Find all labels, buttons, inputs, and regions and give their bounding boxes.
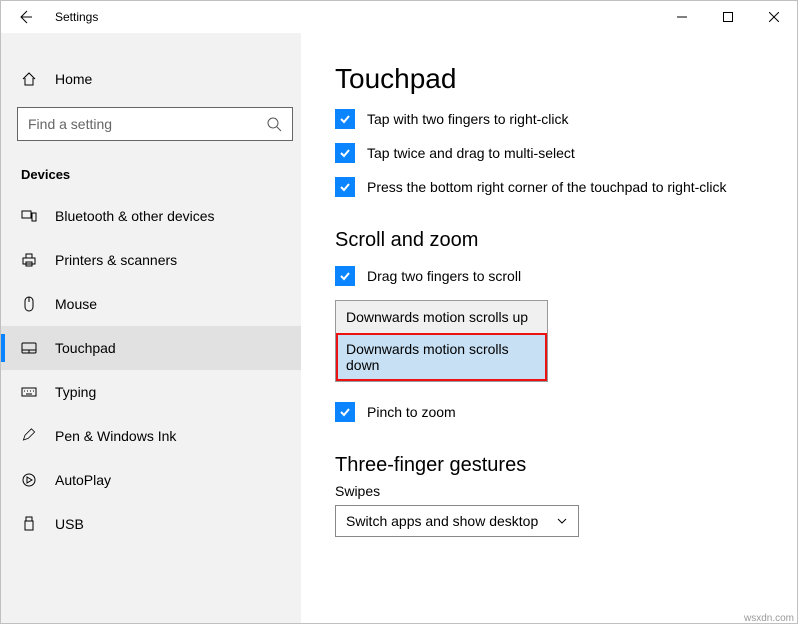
close-button[interactable] xyxy=(751,1,797,33)
nav-label: Pen & Windows Ink xyxy=(55,428,176,444)
chevron-down-icon xyxy=(556,515,568,527)
search-wrap xyxy=(1,97,301,151)
checkbox-icon xyxy=(335,402,355,422)
three-finger-heading: Three-finger gestures xyxy=(335,454,797,477)
scroll-direction-dropdown[interactable]: Downwards motion scrolls up Downwards mo… xyxy=(335,300,548,382)
system-buttons xyxy=(659,1,797,33)
check-pinch-zoom[interactable]: Pinch to zoom xyxy=(335,402,797,422)
devices-icon xyxy=(21,208,37,224)
printer-icon xyxy=(21,252,37,268)
swipes-combo[interactable]: Switch apps and show desktop xyxy=(335,505,579,537)
mouse-icon xyxy=(21,296,37,312)
nav-label: AutoPlay xyxy=(55,472,111,488)
nav-autoplay[interactable]: AutoPlay xyxy=(1,458,301,502)
keyboard-icon xyxy=(21,384,37,400)
sidebar: Home Devices Bluetooth & other devices P… xyxy=(1,33,301,623)
page-title: Touchpad xyxy=(335,63,797,95)
home-label: Home xyxy=(55,71,92,87)
nav-printers[interactable]: Printers & scanners xyxy=(1,238,301,282)
nav-typing[interactable]: Typing xyxy=(1,370,301,414)
nav-mouse[interactable]: Mouse xyxy=(1,282,301,326)
section-label: Devices xyxy=(1,151,301,194)
back-button[interactable] xyxy=(1,9,49,25)
close-icon xyxy=(769,12,779,22)
swipes-label: Swipes xyxy=(335,483,797,499)
home-link[interactable]: Home xyxy=(1,61,301,97)
minimize-button[interactable] xyxy=(659,1,705,33)
check-label: Tap with two fingers to right-click xyxy=(367,111,569,127)
maximize-button[interactable] xyxy=(705,1,751,33)
scroll-zoom-heading: Scroll and zoom xyxy=(335,229,797,252)
check-tap-twice-drag[interactable]: Tap twice and drag to multi-select xyxy=(335,143,797,163)
nav-label: Typing xyxy=(55,384,96,400)
check-two-finger-rightclick[interactable]: Tap with two fingers to right-click xyxy=(335,109,797,129)
nav-bluetooth[interactable]: Bluetooth & other devices xyxy=(1,194,301,238)
titlebar-left: Settings xyxy=(1,1,659,33)
scroll-option-down[interactable]: Downwards motion scrolls down xyxy=(336,333,547,381)
nav-label: USB xyxy=(55,516,84,532)
usb-icon xyxy=(21,516,37,532)
check-bottom-right-rightclick[interactable]: Press the bottom right corner of the tou… xyxy=(335,177,797,197)
titlebar: Settings xyxy=(1,1,797,33)
nav-usb[interactable]: USB xyxy=(1,502,301,546)
checkbox-icon xyxy=(335,266,355,286)
watermark: wsxdn.com xyxy=(744,613,794,624)
check-label: Pinch to zoom xyxy=(367,404,456,420)
search-input[interactable] xyxy=(28,116,266,132)
settings-window: Settings Home xyxy=(0,0,798,624)
checkbox-icon xyxy=(335,177,355,197)
minimize-icon xyxy=(677,12,687,22)
home-icon xyxy=(21,71,37,87)
nav-pen[interactable]: Pen & Windows Ink xyxy=(1,414,301,458)
arrow-left-icon xyxy=(17,9,33,25)
scroll-option-up[interactable]: Downwards motion scrolls up xyxy=(336,301,547,333)
touchpad-icon xyxy=(21,340,37,356)
pen-icon xyxy=(21,428,37,444)
check-label: Drag two fingers to scroll xyxy=(367,268,521,284)
autoplay-icon xyxy=(21,472,37,488)
checkbox-icon xyxy=(335,109,355,129)
check-drag-two-fingers[interactable]: Drag two fingers to scroll xyxy=(335,266,797,286)
maximize-icon xyxy=(723,12,733,22)
swipes-value: Switch apps and show desktop xyxy=(346,513,538,529)
search-icon xyxy=(266,116,282,132)
nav-touchpad[interactable]: Touchpad xyxy=(1,326,301,370)
nav-label: Bluetooth & other devices xyxy=(55,208,215,224)
window-title: Settings xyxy=(49,10,98,24)
nav-label: Mouse xyxy=(55,296,97,312)
nav-label: Touchpad xyxy=(55,340,116,356)
nav-label: Printers & scanners xyxy=(55,252,177,268)
search-box[interactable] xyxy=(17,107,293,141)
checkbox-icon xyxy=(335,143,355,163)
body: Home Devices Bluetooth & other devices P… xyxy=(1,33,797,623)
check-label: Press the bottom right corner of the tou… xyxy=(367,179,727,195)
check-label: Tap twice and drag to multi-select xyxy=(367,145,575,161)
content: Touchpad Tap with two fingers to right-c… xyxy=(301,33,797,623)
